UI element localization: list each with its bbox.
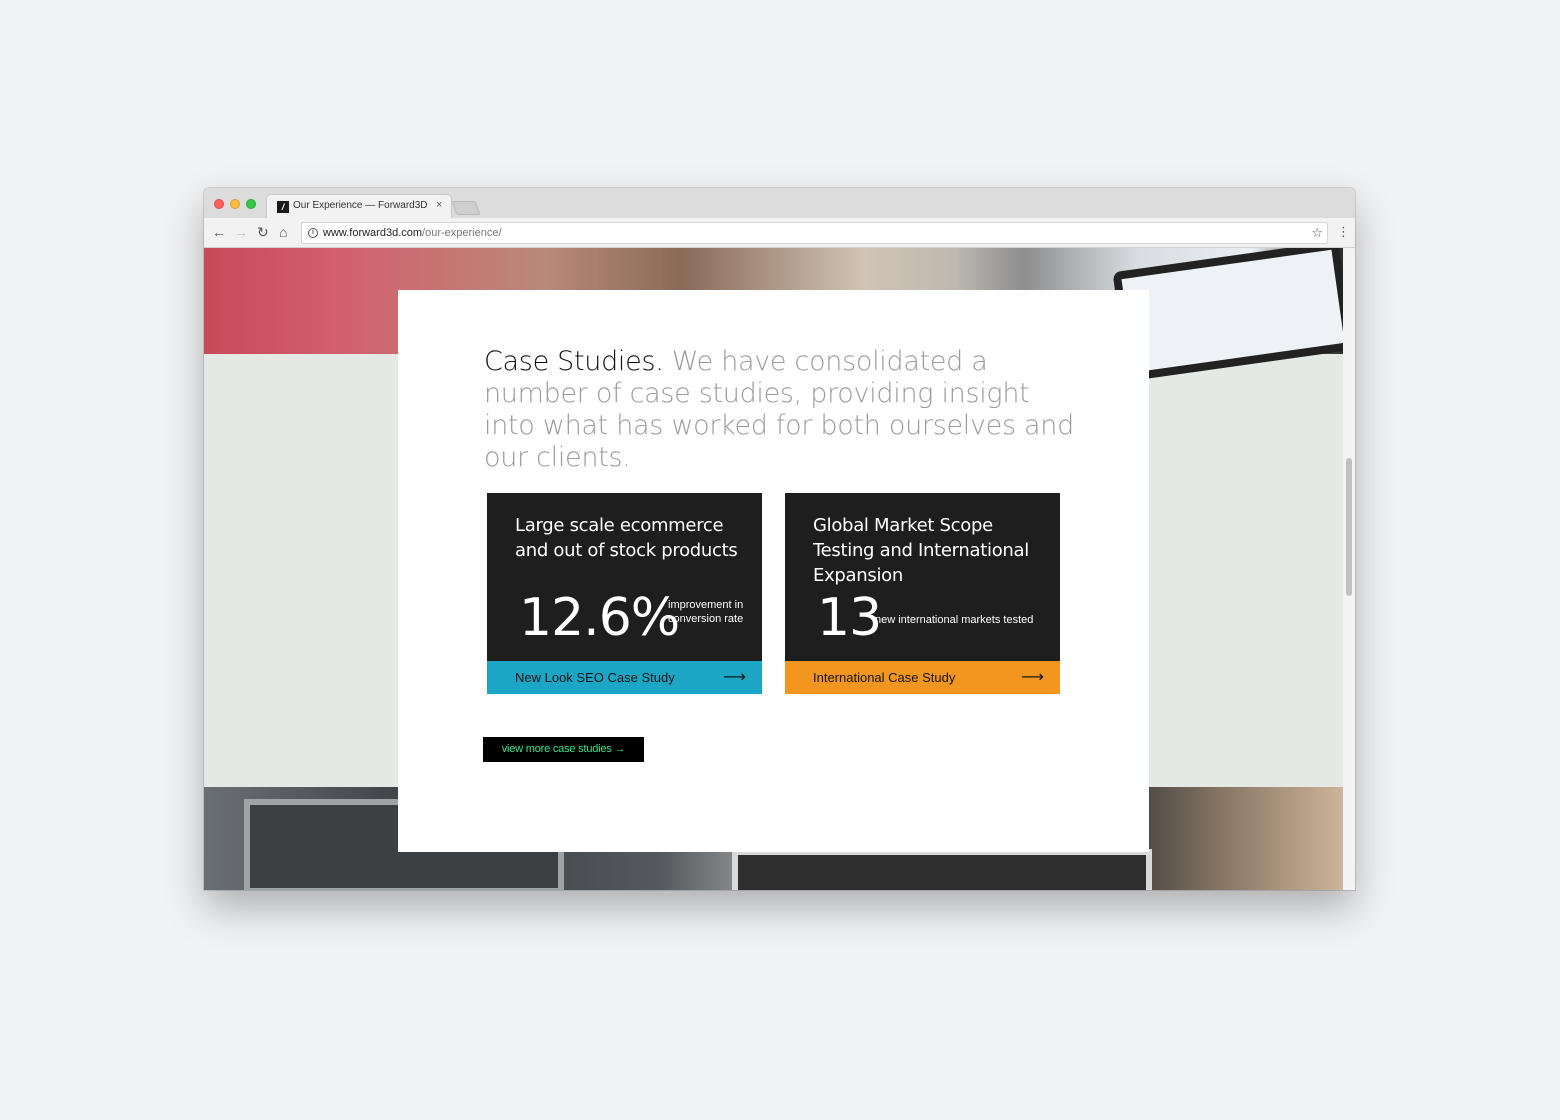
browser-window: / Our Experience — Forward3D × ← → ↻ ⌂ i… — [204, 188, 1355, 890]
zoom-window-button[interactable] — [246, 199, 256, 209]
case-study-link-label: New Look SEO Case Study — [515, 670, 675, 685]
case-study-stat-desc: improvement in conversion rate — [668, 599, 744, 625]
tab-title: Our Experience — Forward3D — [293, 200, 428, 211]
tab-strip: / Our Experience — Forward3D × — [204, 188, 1355, 218]
tab-our-experience[interactable]: / Our Experience — Forward3D × — [266, 194, 452, 218]
case-study-title: Global Market Scope Testing and Internat… — [813, 515, 1029, 586]
home-icon[interactable]: ⌂ — [279, 225, 287, 239]
case-study-link[interactable]: International Case Study ⟶ — [785, 661, 1060, 694]
arrow-right-icon: ⟶ — [723, 669, 746, 686]
case-study-link[interactable]: New Look SEO Case Study ⟶ — [487, 661, 762, 694]
case-study-stat: 13 — [817, 588, 882, 648]
forward-arrow-icon[interactable]: → — [234, 225, 248, 239]
new-tab-button[interactable] — [451, 201, 481, 215]
case-study-title: Large scale ecommerce and out of stock p… — [515, 515, 738, 561]
address-bar[interactable]: i www.forward3d.com/our-experience/ ☆ — [301, 222, 1328, 244]
case-study-card: Large scale ecommerce and out of stock p… — [487, 493, 762, 694]
reload-icon[interactable]: ↻ — [257, 225, 269, 239]
minimize-window-button[interactable] — [230, 199, 240, 209]
forward3d-favicon-icon: / — [277, 201, 289, 213]
case-studies-card: Case Studies. We have consolidated a num… — [398, 290, 1149, 852]
intro-heading: Case Studies. — [484, 346, 664, 377]
case-study-stat-desc: new international markets tested — [875, 614, 1034, 626]
case-study-stat: 12.6% — [519, 588, 680, 648]
page-scrollbar[interactable] — [1343, 248, 1355, 890]
browser-toolbar: ← → ↻ ⌂ i www.forward3d.com/our-experien… — [204, 218, 1355, 248]
browser-menu-icon[interactable]: ⋮ — [1337, 225, 1350, 239]
arrow-right-icon: ⟶ — [1021, 669, 1044, 686]
bookmark-star-icon[interactable]: ☆ — [1311, 225, 1323, 241]
scrollbar-thumb[interactable] — [1346, 458, 1352, 596]
monitor-image — [732, 849, 1152, 890]
case-study-link-label: International Case Study — [813, 670, 956, 685]
view-more-case-studies-button[interactable]: view more case studies → — [483, 737, 644, 762]
url-host: www.forward3d.com — [323, 227, 423, 239]
url-text[interactable]: www.forward3d.com/our-experience/ — [323, 227, 502, 239]
case-studies-intro: Case Studies. We have consolidated a num… — [484, 346, 1074, 474]
tab-close-icon[interactable]: × — [436, 199, 442, 211]
close-window-button[interactable] — [214, 199, 224, 209]
info-icon[interactable]: i — [308, 228, 318, 238]
page-content: Case Studies. We have consolidated a num… — [204, 248, 1343, 890]
back-arrow-icon[interactable]: ← — [212, 225, 226, 239]
case-study-card: Global Market Scope Testing and Internat… — [785, 493, 1060, 694]
url-path: /our-experience/ — [422, 227, 502, 239]
